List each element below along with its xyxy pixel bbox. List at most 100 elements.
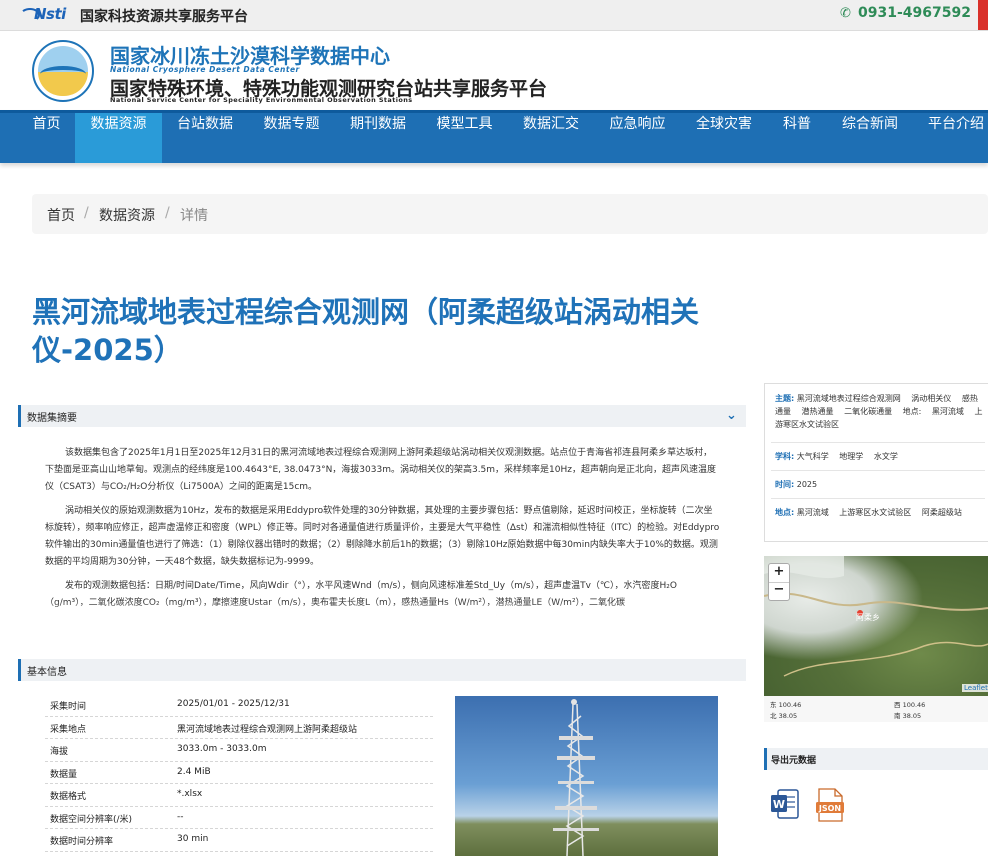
keyword-link[interactable]: 黑河流域地表过程综合观测网 — [797, 394, 901, 403]
chevron-down-icon[interactable]: ⌄ — [726, 408, 737, 423]
tower-illustration — [553, 699, 599, 856]
map-attribution[interactable]: Leaflet — [962, 684, 988, 692]
coord-south: 南 38.05 — [894, 712, 922, 720]
zoom-in-button[interactable]: + — [769, 564, 789, 583]
abstract-paragraph: 该数据集包含了2025年1月1日至2025年12月31日的黑河流域地表过程综合观… — [45, 448, 716, 492]
info-row: 采集时间 2025/01/01 - 2025/12/31 — [45, 694, 433, 717]
breadcrumb-separator: / — [84, 205, 89, 221]
nav-item-model-tools[interactable]: 模型工具 — [421, 113, 508, 163]
time-value: 2025 — [796, 480, 818, 489]
top-right-tab[interactable] — [978, 0, 988, 30]
nav-item-emergency[interactable]: 应急响应 — [594, 113, 681, 163]
map-zoom-control: + − — [768, 563, 790, 601]
nsti-logo-text: Nsti — [34, 5, 66, 23]
nav-item-station-data[interactable]: 台站数据 — [162, 113, 248, 163]
info-key: 采集地点 — [50, 724, 87, 735]
nsti-logo[interactable]: Nsti — [20, 5, 66, 23]
keyword-link[interactable]: 水文学 — [874, 452, 898, 461]
nav-item-data-resources[interactable]: 数据资源 — [75, 113, 162, 163]
breadcrumb: 首页 / 数据资源 / 详情 — [32, 194, 988, 234]
phone-icon: ✆ — [840, 6, 851, 21]
keyword-link[interactable]: 涡动相关仪 — [911, 394, 951, 403]
theme-section: 主题: 黑河流域地表过程综合观测网 涡动相关仪 感热通量 潜热通量 二氧化碳通量… — [775, 392, 983, 431]
abstract-paragraph: 涡动相关仪的原始观测数据为10Hz，发布的数据是采用Eddypro软件处理的30… — [45, 506, 720, 567]
location-section: 地点: 黑河流域 上游寒区水文试验区 阿柔超级站 — [775, 506, 983, 519]
coord-north: 北 38.05 — [770, 712, 798, 720]
site-subtitle-en: National Service Center for Speciality E… — [110, 96, 413, 104]
page-title: 黑河流域地表过程综合观测网（阿柔超级站涡动相关仪-2025） — [32, 295, 700, 367]
metadata-keywords-box: 主题: 黑河流域地表过程综合观测网 涡动相关仪 感热通量 潜热通量 二氧化碳通量… — [764, 383, 988, 542]
divider — [771, 442, 985, 443]
keyword-link[interactable]: 潜热通量 — [802, 407, 834, 416]
nav-item-about[interactable]: 平台介绍 — [913, 113, 988, 163]
info-row: 数据量 2.4 MiB — [45, 762, 433, 784]
nav-item-news[interactable]: 综合新闻 — [827, 113, 913, 163]
json-export-icon[interactable]: JSON — [815, 788, 845, 822]
summary-heading: 数据集摘要 — [27, 413, 77, 424]
info-row: 采集地点 黑河流域地表过程综合观测网上游阿柔超级站 — [45, 717, 433, 739]
info-value: 3033.0m - 3033.0m — [177, 744, 267, 754]
info-value: 2.4 MiB — [177, 766, 211, 777]
info-key: 数据时间分辨率 — [50, 837, 114, 847]
info-key: 数据空间分辨率(/米) — [50, 814, 133, 825]
word-icon-letter: W — [773, 798, 785, 811]
info-value: 黑河流域地表过程综合观测网上游阿柔超级站 — [177, 724, 358, 735]
discipline-label: 学科: — [775, 452, 795, 461]
location-map[interactable] — [764, 556, 988, 696]
divider — [771, 470, 985, 471]
info-key: 数据量 — [50, 769, 78, 780]
keyword-link[interactable]: 地理学 — [839, 452, 863, 461]
nav-item-science[interactable]: 科普 — [767, 113, 827, 163]
breadcrumb-home[interactable]: 首页 — [47, 205, 75, 225]
info-key: 数据格式 — [50, 792, 87, 802]
map-terrain — [764, 556, 988, 677]
time-label: 时间: — [775, 480, 795, 489]
info-key: 海拔 — [50, 747, 69, 757]
platform-name[interactable]: 国家科技资源共享服务平台 — [80, 6, 248, 26]
keyword-link[interactable]: 阿柔超级站 — [922, 508, 962, 517]
export-heading: 导出元数据 — [771, 756, 817, 766]
breadcrumb-separator: / — [165, 205, 170, 221]
info-row: 数据时间分辨率 30 min — [45, 829, 433, 852]
info-row: 数据空间分辨率(/米) -- — [45, 807, 433, 829]
word-export-icon[interactable]: W — [770, 788, 800, 820]
info-value: *.xlsx — [177, 789, 203, 799]
keyword-link[interactable]: 二氧化碳通量 — [844, 407, 892, 416]
breadcrumb-current: 详情 — [180, 208, 208, 224]
contact-phone: 0931-4967592 — [858, 5, 971, 21]
keyword-link[interactable]: 大气科学 — [797, 452, 829, 461]
main-nav: 首页 数据资源 台站数据 数据专题 期刊数据 模型工具 数据汇交 应急响应 全球… — [0, 110, 988, 163]
basic-info-panel-header: 基本信息 — [18, 659, 746, 681]
info-value: -- — [177, 811, 184, 822]
time-section: 时间: 2025 — [775, 478, 983, 491]
discipline-section: 学科: 大气科学 地理学 水文学 — [775, 450, 983, 463]
basic-info-heading: 基本信息 — [27, 667, 67, 678]
info-value: 2025/01/01 - 2025/12/31 — [177, 699, 290, 709]
nav-item-home[interactable]: 首页 — [18, 113, 75, 163]
keyword-link[interactable]: 黑河流域 — [797, 508, 829, 517]
coord-east: 东 100.46 — [770, 701, 802, 709]
breadcrumb-section[interactable]: 数据资源 — [99, 205, 155, 225]
zoom-out-button[interactable]: − — [769, 582, 789, 600]
keyword-link[interactable]: 黑河流域 — [932, 407, 964, 416]
basic-info-table: 采集时间 2025/01/01 - 2025/12/31 采集地点 黑河流域地表过程… — [45, 694, 433, 852]
nav-item-journal-data[interactable]: 期刊数据 — [335, 113, 421, 163]
nav-item-global-disaster[interactable]: 全球灾害 — [681, 113, 767, 163]
summary-panel-header[interactable]: 数据集摘要 — [18, 405, 746, 427]
data-center-emblem-icon[interactable] — [32, 40, 94, 102]
coord-west: 西 100.46 — [894, 701, 926, 709]
info-row: 海拔 3033.0m - 3033.0m — [45, 739, 433, 762]
abstract-fade-overlay — [45, 600, 725, 636]
site-title-en: National Cryosphere Desert Data Center — [110, 65, 300, 74]
info-row: 数据格式 *.xlsx — [45, 784, 433, 807]
location-label: 地点: — [775, 508, 795, 517]
station-tower-photo — [455, 696, 718, 856]
nav-item-data-submission[interactable]: 数据汇交 — [508, 113, 594, 163]
theme-label: 主题: — [775, 394, 795, 403]
map-place-label: 阿柔乡 — [856, 613, 880, 622]
place-inline-label: 地点: — [902, 407, 922, 416]
keyword-link[interactable]: 上游寒区水文试验区 — [839, 508, 911, 517]
info-value: 30 min — [177, 834, 209, 844]
map-coordinates: 东 100.46 北 38.05 西 100.46 南 38.05 — [764, 696, 988, 722]
nav-item-data-topics[interactable]: 数据专题 — [248, 113, 335, 163]
